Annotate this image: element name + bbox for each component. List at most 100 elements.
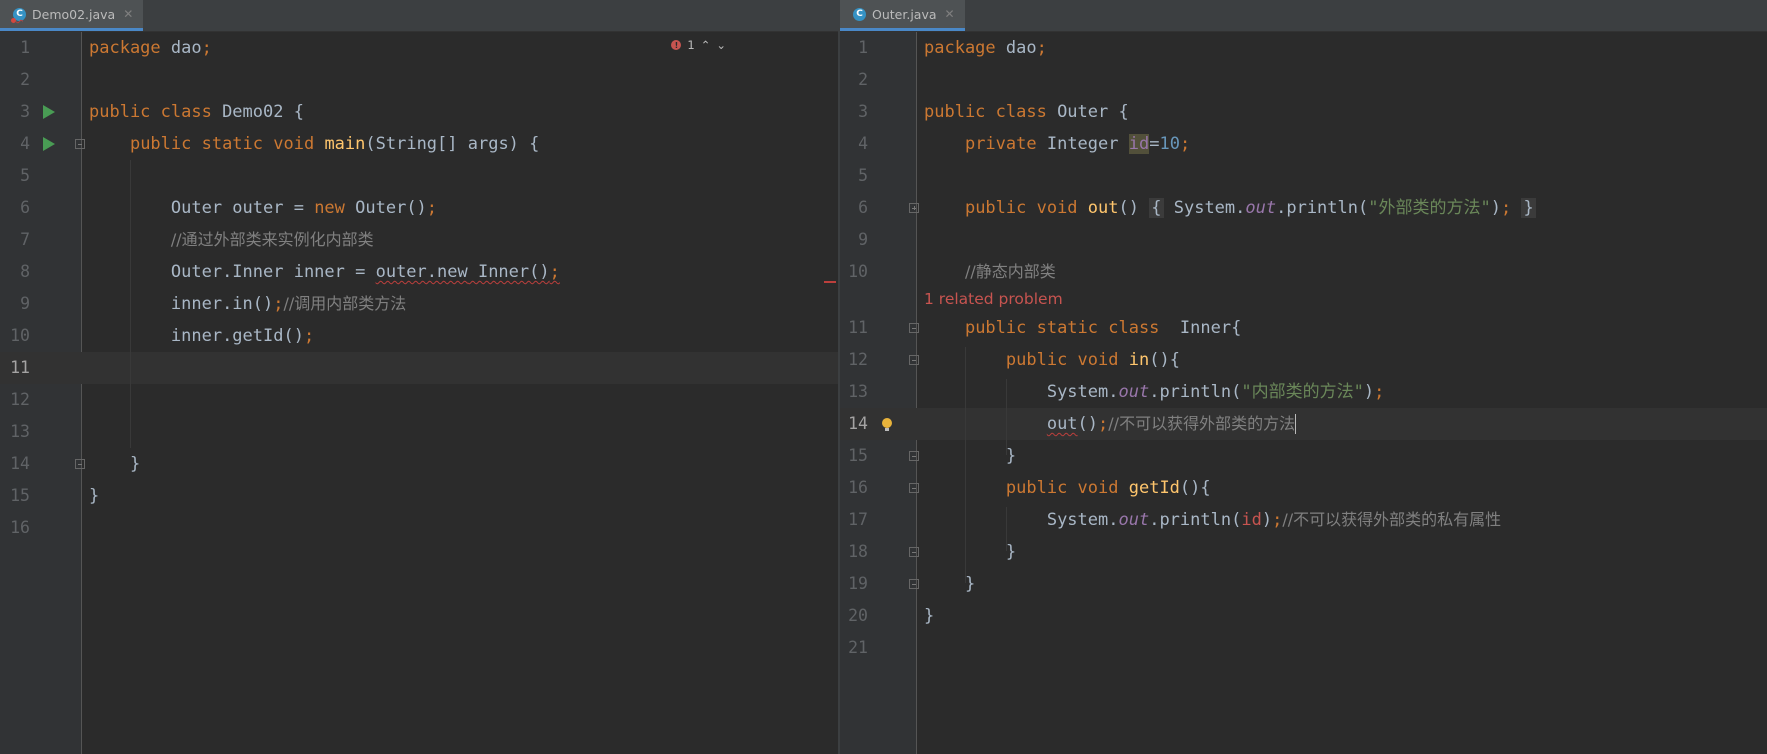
code-line[interactable]: 12 public void in(){ <box>840 344 1767 376</box>
code-line[interactable]: 2 <box>0 64 838 96</box>
brace: } <box>1005 446 1017 466</box>
code-text: System. <box>1163 198 1246 218</box>
fold-icon[interactable] <box>909 547 919 557</box>
run-icon[interactable] <box>43 105 55 119</box>
code-line[interactable]: 8 Outer.Inner inner = outer.new Inner(); <box>0 256 838 288</box>
code-text: System. <box>1046 510 1119 530</box>
line-number: 4 <box>20 134 30 153</box>
keyword: public static class <box>964 318 1160 338</box>
related-problem-hint[interactable]: 1 related problem <box>840 288 1767 312</box>
comment: //通过外部类来实例化内部类 <box>170 230 374 249</box>
code-line[interactable]: 5 <box>840 160 1767 192</box>
line-number: 10 <box>10 326 30 345</box>
code-text: () <box>1118 198 1139 218</box>
code-line[interactable]: 3 public class Outer { <box>840 96 1767 128</box>
code-line[interactable]: 1 package dao; <box>840 32 1767 64</box>
keyword: public void <box>1005 350 1119 370</box>
line-number: 13 <box>10 422 30 441</box>
tab-demo02[interactable]: C Demo02.java ✕ <box>0 0 144 31</box>
fold-icon[interactable] <box>75 459 85 469</box>
code-line[interactable]: 19 } <box>840 568 1767 600</box>
code-line[interactable]: 18 } <box>840 536 1767 568</box>
semicolon: ; <box>1500 198 1512 218</box>
code-lines[interactable]: 1 package dao; 2 3 public class Outer { 4 … <box>840 32 1767 664</box>
fold-icon[interactable] <box>909 579 919 589</box>
indent-guide <box>1006 507 1007 551</box>
code-line[interactable]: 7 //通过外部类来实例化内部类 <box>0 224 838 256</box>
error-highlight[interactable]: outer.new Inner(); <box>376 262 560 282</box>
code-line-current[interactable]: 14 out();//不可以获得外部类的方法 <box>840 408 1767 440</box>
fold-icon[interactable] <box>909 323 919 333</box>
line-number: 1 <box>20 38 30 57</box>
fold-expand-icon[interactable] <box>909 203 919 213</box>
code-line-current[interactable]: 11 <box>0 352 838 384</box>
folded-region[interactable]: { <box>1149 198 1164 218</box>
semicolon: ; <box>1272 510 1283 530</box>
code-line[interactable]: 4 public static void main(String[] args)… <box>0 128 838 160</box>
line-number: 20 <box>848 606 868 625</box>
line-number: 8 <box>20 262 30 281</box>
editor-pane-right: C Outer.java ✕ 1 package dao; 2 3 public c… <box>840 0 1767 754</box>
tab-bar: C Demo02.java ✕ <box>0 0 838 32</box>
code-line[interactable]: 15} <box>0 480 838 512</box>
code-line[interactable]: 16 public void getId(){ <box>840 472 1767 504</box>
code-line[interactable]: 9 inner.in();//调用内部类方法 <box>0 288 838 320</box>
code-text: Outer.Inner inner = <box>170 262 376 282</box>
static-field: out <box>1118 382 1150 402</box>
lightbulb-icon[interactable] <box>882 418 892 431</box>
keyword: public static void <box>129 134 315 154</box>
line-number: 9 <box>20 294 30 313</box>
tab-outer[interactable]: C Outer.java ✕ <box>840 0 965 31</box>
code-line[interactable]: 13 <box>0 416 838 448</box>
code-line[interactable]: 12 <box>0 384 838 416</box>
problem-link[interactable]: 1 related problem <box>924 288 1063 310</box>
field-highlight[interactable]: id <box>1128 134 1150 154</box>
code-text: (String[] args) { <box>365 134 540 154</box>
text-caret <box>1295 414 1297 434</box>
semicolon: ; <box>1374 382 1385 402</box>
code-line[interactable]: 2 <box>840 64 1767 96</box>
brace: } <box>129 454 141 474</box>
folded-region[interactable]: } <box>1521 198 1536 218</box>
brace: } <box>1005 542 1017 562</box>
fold-icon[interactable] <box>909 355 919 365</box>
code-line[interactable]: 13 System.out.println("内部类的方法"); <box>840 376 1767 408</box>
code-line[interactable]: 6 Outer outer = new Outer(); <box>0 192 838 224</box>
code-line[interactable]: 6 public void out() { System.out.println… <box>840 192 1767 224</box>
brace: } <box>1523 198 1534 218</box>
code-text: (){ <box>1149 350 1180 370</box>
close-icon[interactable]: ✕ <box>945 7 955 21</box>
code-lines[interactable]: 1 package dao; 2 3 public class Demo02 { 4… <box>0 32 838 544</box>
code-line[interactable]: 1 package dao; <box>0 32 838 64</box>
keyword: new <box>314 198 345 218</box>
line-number: 14 <box>848 414 868 433</box>
semicolon: ; <box>303 326 315 346</box>
code-line[interactable]: 3 public class Demo02 { <box>0 96 838 128</box>
error-identifier[interactable]: id <box>1241 510 1261 530</box>
java-class-icon: C <box>11 7 26 23</box>
code-line[interactable]: 5 <box>0 160 838 192</box>
code-line[interactable]: 10 //静态内部类 <box>840 256 1767 288</box>
editor-pane-left: C Demo02.java ✕ ! 1 ⌃ ⌄ 1 package dao; 2 … <box>0 0 838 754</box>
code-line[interactable]: 14 } <box>0 448 838 480</box>
code-line[interactable]: 15 } <box>840 440 1767 472</box>
code-line[interactable]: 9 <box>840 224 1767 256</box>
line-number: 10 <box>848 262 868 281</box>
semicolon: ; <box>1098 414 1109 434</box>
fold-icon[interactable] <box>909 451 919 461</box>
code-line[interactable]: 21 <box>840 632 1767 664</box>
comment: //不可以获得外部类的方法 <box>1108 414 1296 433</box>
code-line[interactable]: 4 private Integer id=10; <box>840 128 1767 160</box>
error-highlight[interactable]: out <box>1047 414 1078 434</box>
semicolon: ; <box>1036 38 1047 58</box>
code-line[interactable]: 16 <box>0 512 838 544</box>
code-line[interactable]: 11 public static class Inner{ <box>840 312 1767 344</box>
close-icon[interactable]: ✕ <box>123 7 133 21</box>
code-line[interactable]: 17 System.out.println(id);//不可以获得外部类的私有属… <box>840 504 1767 536</box>
fold-icon[interactable] <box>75 139 85 149</box>
code-line[interactable]: 20} <box>840 600 1767 632</box>
code-line[interactable]: 10 inner.getId(); <box>0 320 838 352</box>
line-number: 15 <box>10 486 30 505</box>
run-icon[interactable] <box>43 137 55 151</box>
fold-icon[interactable] <box>909 483 919 493</box>
